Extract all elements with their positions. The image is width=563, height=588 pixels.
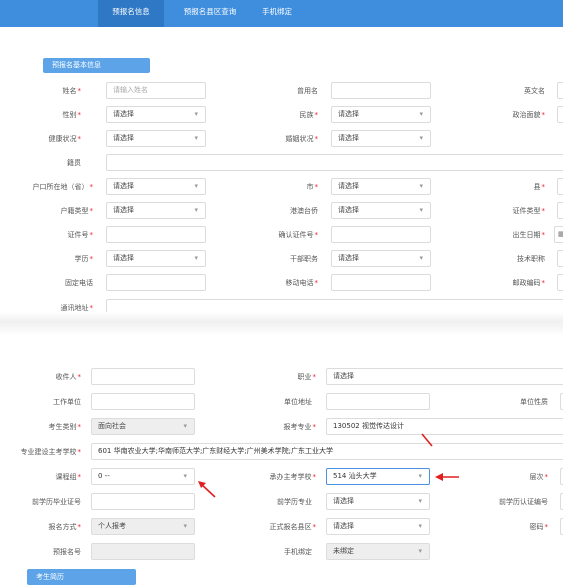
arrow-host-school-head — [435, 473, 443, 481]
arrow-major — [421, 433, 433, 447]
annotation-arrows — [198, 433, 459, 498]
